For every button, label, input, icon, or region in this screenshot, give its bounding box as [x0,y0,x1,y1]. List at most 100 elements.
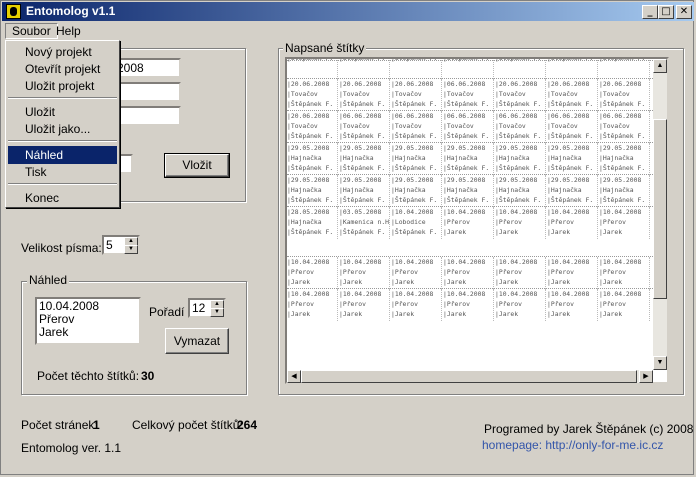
label-cell: |06.06.2008 |Tovačov |Štěpánek F. [547,111,598,143]
hscroll-thumb[interactable] [301,370,637,383]
label-line: |Hajnačka [599,154,634,163]
label-line: |Tovačov [599,122,630,131]
spinner-down-icon[interactable]: ▼ [124,245,138,254]
label-cell: |10.04.2008 |Přerov |Jarek [443,257,494,289]
label-line: |10.04.2008 [391,208,434,216]
label-line: |10.04.2008 [287,290,330,298]
maximize-button[interactable]: □ [658,5,674,19]
label-line: |10.04.2008 [547,258,590,266]
label-line: |Jarek [443,278,467,287]
close-button[interactable]: ✕ [676,5,692,19]
label-cell: |10.04.2008 |Přerov |Jarek [391,257,442,289]
label-line: |Přerov [495,268,522,277]
order-down-icon[interactable]: ▼ [210,308,224,317]
delete-button[interactable]: Vymazat [165,328,229,354]
scroll-left-icon[interactable]: ◀ [287,370,301,383]
label-line: |Hajnačka [339,154,374,163]
label-line: |29.05.2008 [443,144,486,152]
label-line: |Štěpánek F. [495,59,545,63]
label-line: |10.04.2008 [495,290,538,298]
label-line: |Štěpánek F. [599,100,646,109]
label-line: |Hajnačka [547,154,582,163]
menu-new-project[interactable]: Nový projekt [8,43,117,61]
label-line: |Štěpánek F. [443,59,493,63]
label-line: |Hajnačka [443,154,478,163]
label-cell: |29.05.2008 |Hajnačka |Štěpánek F. [599,143,650,175]
menu-save-project[interactable]: Uložit projekt [8,77,117,95]
label-line: |10.04.2008 [339,290,382,298]
label-line: |Štěpánek F. [495,164,542,173]
label-line: |Přerov [599,218,626,227]
label-line: |06.06.2008 [495,112,538,120]
label-line: |Hajnačka [391,154,426,163]
menu-print[interactable]: Tisk [8,163,117,181]
scroll-down-icon[interactable]: ▼ [653,356,667,370]
label-line: |Jarek [339,278,363,287]
label-line: |10.04.2008 [495,208,538,216]
count-value: 30 [141,369,155,383]
label-line: |20.06.2008 [391,80,434,88]
label-line: |Hajnačka [495,186,530,195]
label-line: |Tovačov [443,122,474,131]
label-line: |Štěpánek F. [391,132,438,141]
label-line: |29.05.2008 [391,144,434,152]
vertical-scrollbar[interactable]: ▲ ▼ [653,59,667,370]
count-label: Počet těchto štítků: [37,369,140,383]
label-cell: |03.05.2008 |Kamenica n.H |Štěpánek F. [339,207,390,239]
preview-textarea[interactable]: 10.04.2008 Přerov Jarek [35,297,141,345]
label-line: |29.05.2008 [599,176,642,184]
menu-preview[interactable]: Náhled [8,146,117,164]
menu-save[interactable]: Uložit [8,103,117,121]
label-cell: |20.06.2008 |Tovačov |Štěpánek F. [287,111,338,143]
label-line: |Jarek [547,228,571,237]
label-cell: |10.04.2008 |Přerov |Jarek [391,289,442,321]
scroll-up-icon[interactable]: ▲ [653,59,667,73]
label-line: |20.06.2008 [287,112,330,120]
label-cell: |10.04.2008 |Přerov |Jarek [599,207,650,239]
label-line: |Jarek [599,278,623,287]
label-cell: |06.06.2008 |Tovačov |Štěpánek F. [443,111,494,143]
label-line: |Štěpánek F. [495,196,542,205]
font-size-spinner[interactable]: 5 ▲ ▼ [102,235,140,255]
label-line: |Jarek [391,278,415,287]
minimize-button[interactable]: _ [642,5,658,19]
menu-open-project[interactable]: Otevřít projekt [8,60,117,78]
locality-input[interactable] [113,82,181,102]
credits-text: Programed by Jarek Štěpánek (c) 2008 [484,422,694,436]
homepage-link[interactable]: homepage: http://only-for-me.ic.cz [482,438,663,452]
label-line: |Přerov [391,268,418,277]
label-cell: |29.05.2008 |Hajnačka |Štěpánek F. [547,175,598,207]
label-cell: |29.05.2008 |Hajnačka |Štěpánek F. [339,175,390,207]
label-line: |Štěpánek F. [391,59,441,63]
order-spinner[interactable]: 12 ▲ ▼ [188,298,226,318]
label-line: |Štěpánek F. [599,196,646,205]
collector-input[interactable] [113,106,181,126]
menu-help[interactable]: Help [50,23,87,39]
label-cell: |29.05.2008 |Hajnačka |Štěpánek F. [495,175,546,207]
label-line: |Štěpánek F. [599,59,649,63]
date-input[interactable]: 2008 [113,58,181,78]
preview-line-collector: Jarek [39,325,69,339]
horizontal-scrollbar[interactable]: ◀ ▶ [287,370,653,383]
menu-exit[interactable]: Konec [8,189,117,207]
label-line: |29.05.2008 [443,176,486,184]
scroll-right-icon[interactable]: ▶ [639,370,653,383]
label-cell: |10.04.2008 |Přerov |Jarek [547,207,598,239]
label-line: |Štěpánek F. [599,164,646,173]
menu-save-as[interactable]: Uložit jako... [8,120,117,138]
label-line: |Štěpánek F. [443,100,490,109]
insert-button[interactable]: Vložit [164,153,230,178]
label-line: |Štěpánek F. [443,132,490,141]
label-cell: |20.06.2008 |Tovačov |Štěpánek F. [547,79,598,111]
label-cell: |10.04.2008 |Lobodice |Štěpánek F. [391,207,442,239]
label-line: |Tovačov [443,90,474,99]
label-line: |10.04.2008 [443,258,486,266]
label-cell: |06.06.2008 |Tovačov |Štěpánek F. [495,111,546,143]
label-line: |Štěpánek F. [547,100,594,109]
font-size-value: 5 [106,238,113,252]
label-cell: |20.06.2008 |Tovačov |Štěpánek F. [599,79,650,111]
order-value: 12 [192,301,206,315]
scroll-thumb[interactable] [653,119,667,299]
label-line: |Jarek [547,310,571,319]
menu-bar: Soubor Help [2,21,694,41]
